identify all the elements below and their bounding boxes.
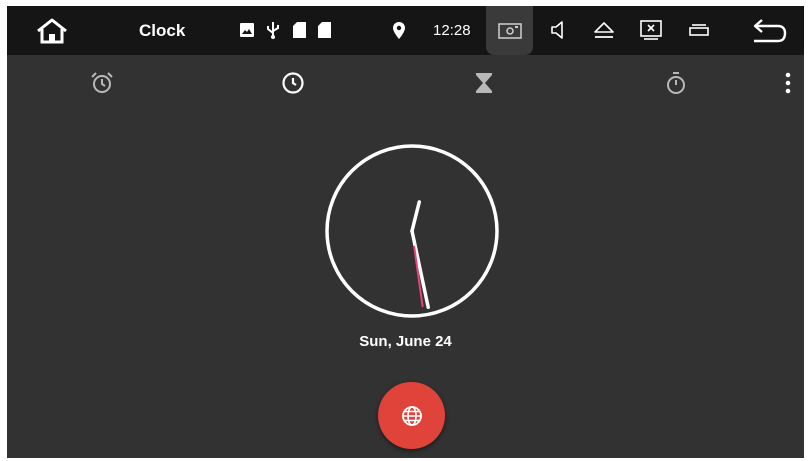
screenshot-button[interactable] bbox=[486, 6, 533, 55]
back-icon bbox=[753, 19, 787, 43]
date-label: Sun, June 24 bbox=[359, 333, 452, 350]
hour-hand bbox=[410, 200, 422, 233]
close-window-button[interactable] bbox=[639, 18, 663, 42]
status-time: 12:28 bbox=[433, 22, 471, 39]
volume-icon bbox=[551, 21, 563, 39]
status-bar: Clock 12:28 bbox=[7, 6, 804, 55]
overflow-menu-button[interactable] bbox=[778, 68, 798, 98]
app-title: Clock bbox=[139, 21, 186, 40]
volume-button[interactable] bbox=[547, 18, 569, 42]
tab-clock[interactable] bbox=[278, 68, 308, 98]
back-button[interactable] bbox=[752, 17, 788, 45]
tab-timer[interactable] bbox=[469, 68, 499, 98]
analog-clock bbox=[324, 143, 500, 319]
tab-alarm[interactable] bbox=[87, 68, 117, 98]
tab-stopwatch[interactable] bbox=[661, 68, 691, 98]
alarm-icon bbox=[91, 72, 113, 93]
close-window-icon bbox=[640, 20, 662, 40]
recent-apps-button[interactable] bbox=[687, 20, 711, 40]
recent-apps-icon bbox=[689, 24, 709, 36]
stopwatch-icon bbox=[667, 72, 685, 94]
eject-icon bbox=[594, 22, 614, 38]
hourglass-icon bbox=[476, 73, 492, 93]
sd-card-icon bbox=[292, 21, 306, 39]
usb-icon bbox=[265, 20, 281, 40]
clock-app-screen: Clock 12:28 Sun, June 24 bbox=[7, 6, 804, 458]
image-icon bbox=[239, 22, 255, 38]
home-button[interactable] bbox=[35, 16, 69, 46]
location-icon bbox=[392, 21, 406, 39]
world-clock-button[interactable] bbox=[378, 382, 445, 449]
home-icon bbox=[37, 18, 67, 44]
screenshot-icon bbox=[497, 22, 522, 39]
more-vert-icon bbox=[785, 72, 791, 94]
globe-icon bbox=[401, 405, 422, 426]
sd-card-icon bbox=[317, 21, 331, 39]
clock-icon bbox=[282, 72, 304, 94]
eject-button[interactable] bbox=[592, 19, 616, 41]
